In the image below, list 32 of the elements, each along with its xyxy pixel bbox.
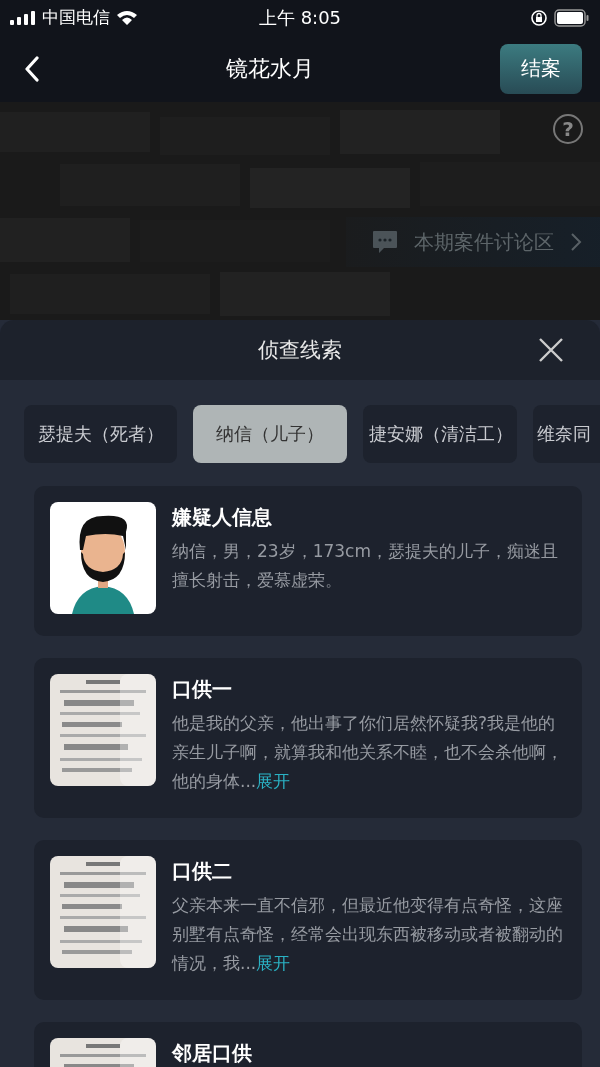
card-description: 父亲本来一直不信邪，但最近他变得有点奇怪，这座别墅有点奇怪，经常会出现东西被移动或者被翻动的情况，我...展开 <box>172 894 564 975</box>
sheet-title: 侦查线索 <box>258 337 342 364</box>
person-tab[interactable]: 纳信（儿子） <box>193 405 347 463</box>
person-tab[interactable]: 捷安娜（清洁工） <box>363 405 517 463</box>
card-title: 邻居口供 <box>172 1040 252 1067</box>
carrier-name: 中国电信 <box>42 6 110 29</box>
person-tab[interactable]: 维奈同 <box>533 405 600 463</box>
clue-card[interactable]: 嫌疑人信息 纳信，男，23岁，173cm，瑟提夫的儿子，痴迷且擅长射击，爱慕虚荣。 <box>34 486 582 636</box>
expand-link[interactable]: 展开 <box>256 771 291 791</box>
card-description: 纳信，男，23岁，173cm，瑟提夫的儿子，痴迷且擅长射击，爱慕虚荣。 <box>172 540 559 592</box>
card-title: 嫌疑人信息 <box>172 504 273 531</box>
page-title: 镜花水月 <box>226 54 314 83</box>
card-description: 他是我的父亲，他出事了你们居然怀疑我?我是他的亲生儿子啊，就算我和他关系不睦，也不会杀他啊，他的身体...展开 <box>172 712 564 793</box>
chevron-right-icon <box>570 232 582 252</box>
clue-card[interactable]: 口供二 父亲本来一直不信邪，但最近他变得有点奇怪，这座别墅有点奇怪，经常会出现东西被移动或者被翻动的情况，我...展开 <box>34 840 582 1000</box>
rotation-lock-icon <box>530 8 548 27</box>
expand-link[interactable]: 展开 <box>256 953 291 973</box>
help-icon[interactable]: ? <box>553 114 583 144</box>
clue-card[interactable]: 邻居口供 <box>34 1022 582 1067</box>
back-icon[interactable] <box>24 55 40 82</box>
wifi-icon <box>116 9 138 26</box>
battery-icon <box>554 8 590 27</box>
avatar-icon <box>50 502 156 614</box>
card-title: 口供一 <box>172 676 233 703</box>
person-tab[interactable]: 瑟提夫（死者） <box>24 405 177 463</box>
close-case-button[interactable]: 结案 <box>500 43 582 94</box>
clue-card[interactable]: 口供一 他是我的父亲，他出事了你们居然怀疑我?我是他的亲生儿子啊，就算我和他关系不睦，也不会杀他啊，他的身体...展开 <box>34 658 582 818</box>
chat-bubble-icon <box>372 230 398 254</box>
clock-time: 上午 8:05 <box>258 5 342 30</box>
close-icon[interactable] <box>538 337 564 363</box>
signal-icon <box>10 10 36 25</box>
card-title: 口供二 <box>172 858 233 885</box>
